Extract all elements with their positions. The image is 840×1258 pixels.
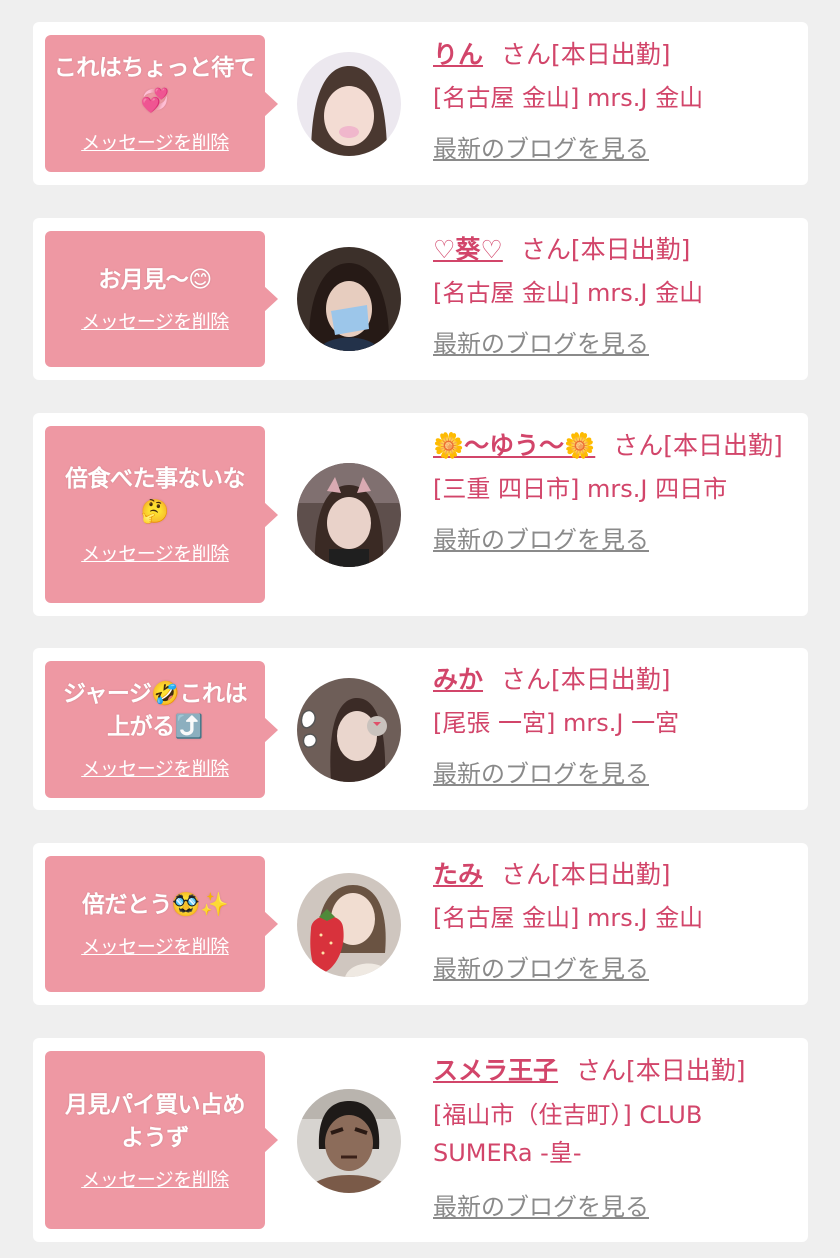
shop-text: [三重 四日市] mrs.J 四日市 xyxy=(433,475,728,503)
message-card: 月見パイ買い占めようず メッセージを削除 スメラ王子 さん[本日出勤] [福山市（… xyxy=(33,1038,808,1242)
avatar[interactable] xyxy=(297,873,401,977)
shop-text: [福山市（住吉町）] CLUB SUMERa -皇- xyxy=(433,1101,703,1167)
profile-info: 🌼〜ゆう〜🌼 さん[本日出勤] [三重 四日市] mrs.J 四日市 最新のブログ… xyxy=(433,425,803,557)
status-text: さん[本日出勤] xyxy=(501,860,671,889)
shop-text: [名古屋 金山] mrs.J 金山 xyxy=(433,904,704,932)
delete-message-link[interactable]: メッセージを削除 xyxy=(81,539,229,566)
girl-name-link[interactable]: スメラ王子 xyxy=(433,1056,558,1085)
name-line: りん さん[本日出勤] xyxy=(433,34,803,76)
girl-name-link[interactable]: 🌼〜ゆう〜🌼 xyxy=(433,431,595,460)
profile-info: みか さん[本日出勤] [尾張 一宮] mrs.J 一宮 最新のブログを見る xyxy=(433,659,803,791)
message-text: 月見パイ買い占めようず xyxy=(65,1091,246,1151)
avatar[interactable] xyxy=(297,52,401,156)
status-text: さん[本日出勤] xyxy=(520,235,691,264)
avatar-photo-icon xyxy=(297,678,401,782)
status-text: さん[本日出勤] xyxy=(613,431,783,460)
latest-blog-link[interactable]: 最新のブログを見る xyxy=(433,327,649,361)
status-text: さん[本日出勤] xyxy=(576,1056,746,1085)
latest-blog-link[interactable]: 最新のブログを見る xyxy=(433,757,649,791)
shop-text: [名古屋 金山] mrs.J 金山 xyxy=(433,84,704,112)
shop-text: [名古屋 金山] mrs.J 金山 xyxy=(433,279,704,307)
shop-text: [尾張 一宮] mrs.J 一宮 xyxy=(433,709,680,737)
girl-name-link[interactable]: りん xyxy=(433,40,483,69)
girl-name-link[interactable]: ♡葵♡ xyxy=(433,235,503,264)
avatar-photo-icon xyxy=(297,873,401,977)
message-bubble: これはちょっと待て💞 メッセージを削除 xyxy=(45,35,278,172)
profile-info: りん さん[本日出勤] [名古屋 金山] mrs.J 金山 最新のブログを見る xyxy=(433,34,803,166)
avatar[interactable] xyxy=(297,247,401,351)
message-bubble: お月見〜😊 メッセージを削除 xyxy=(45,231,278,367)
delete-message-link[interactable]: メッセージを削除 xyxy=(81,128,229,155)
message-bubble: ジャージ🤣これは上がる⤴️ メッセージを削除 xyxy=(45,661,278,798)
message-text: 倍食べた事ないな🤔 xyxy=(65,466,246,525)
avatar-photo-icon xyxy=(297,52,401,156)
delete-message-link[interactable]: メッセージを削除 xyxy=(81,754,229,781)
profile-info: たみ さん[本日出勤] [名古屋 金山] mrs.J 金山 最新のブログを見る xyxy=(433,854,803,986)
name-line: ♡葵♡ さん[本日出勤] xyxy=(433,229,803,271)
delete-message-link[interactable]: メッセージを削除 xyxy=(81,1165,229,1192)
latest-blog-link[interactable]: 最新のブログを見る xyxy=(433,132,649,166)
name-line: みか さん[本日出勤] xyxy=(433,659,803,701)
latest-blog-link[interactable]: 最新のブログを見る xyxy=(433,952,649,986)
name-line: スメラ王子 さん[本日出勤] xyxy=(433,1050,803,1092)
message-text: ジャージ🤣これは上がる⤴️ xyxy=(62,681,248,740)
message-text: 倍だとう🥸✨ xyxy=(81,892,229,918)
name-line: 🌼〜ゆう〜🌼 さん[本日出勤] xyxy=(433,425,803,467)
profile-info: スメラ王子 さん[本日出勤] [福山市（住吉町）] CLUB SUMERa -皇-… xyxy=(433,1050,803,1224)
avatar-photo-icon xyxy=(297,1089,401,1193)
status-text: さん[本日出勤] xyxy=(501,665,671,694)
message-bubble: 倍だとう🥸✨ メッセージを削除 xyxy=(45,856,278,992)
avatar[interactable] xyxy=(297,463,401,567)
message-text: お月見〜😊 xyxy=(98,267,212,293)
status-text: さん[本日出勤] xyxy=(501,40,671,69)
avatar[interactable] xyxy=(297,678,401,782)
message-card: 倍食べた事ないな🤔 メッセージを削除 🌼〜ゆう〜🌼 さん[本日出勤] [三重 四日… xyxy=(33,413,808,616)
message-bubble: 倍食べた事ないな🤔 メッセージを削除 xyxy=(45,426,278,603)
message-card: お月見〜😊 メッセージを削除 ♡葵♡ さん[本日出勤] [名古屋 金山] mrs.… xyxy=(33,218,808,380)
latest-blog-link[interactable]: 最新のブログを見る xyxy=(433,523,649,557)
profile-info: ♡葵♡ さん[本日出勤] [名古屋 金山] mrs.J 金山 最新のブログを見る xyxy=(433,229,803,361)
girl-name-link[interactable]: たみ xyxy=(433,860,483,889)
delete-message-link[interactable]: メッセージを削除 xyxy=(81,932,229,959)
message-text: これはちょっと待て💞 xyxy=(53,55,257,114)
name-line: たみ さん[本日出勤] xyxy=(433,854,803,896)
message-bubble: 月見パイ買い占めようず メッセージを削除 xyxy=(45,1051,278,1229)
delete-message-link[interactable]: メッセージを削除 xyxy=(81,307,229,334)
avatar[interactable] xyxy=(297,1089,401,1193)
girl-name-link[interactable]: みか xyxy=(433,665,483,694)
message-card: 倍だとう🥸✨ メッセージを削除 たみ さん[本日出勤] [名古屋 金山] mrs.… xyxy=(33,843,808,1005)
latest-blog-link[interactable]: 最新のブログを見る xyxy=(433,1190,649,1224)
message-card: ジャージ🤣これは上がる⤴️ メッセージを削除 みか さん[本日出勤] [尾張 一宮… xyxy=(33,648,808,810)
message-card: これはちょっと待て💞 メッセージを削除 りん さん[本日出勤] [名古屋 金山] … xyxy=(33,22,808,185)
avatar-photo-icon xyxy=(297,463,401,567)
avatar-photo-icon xyxy=(297,247,401,351)
